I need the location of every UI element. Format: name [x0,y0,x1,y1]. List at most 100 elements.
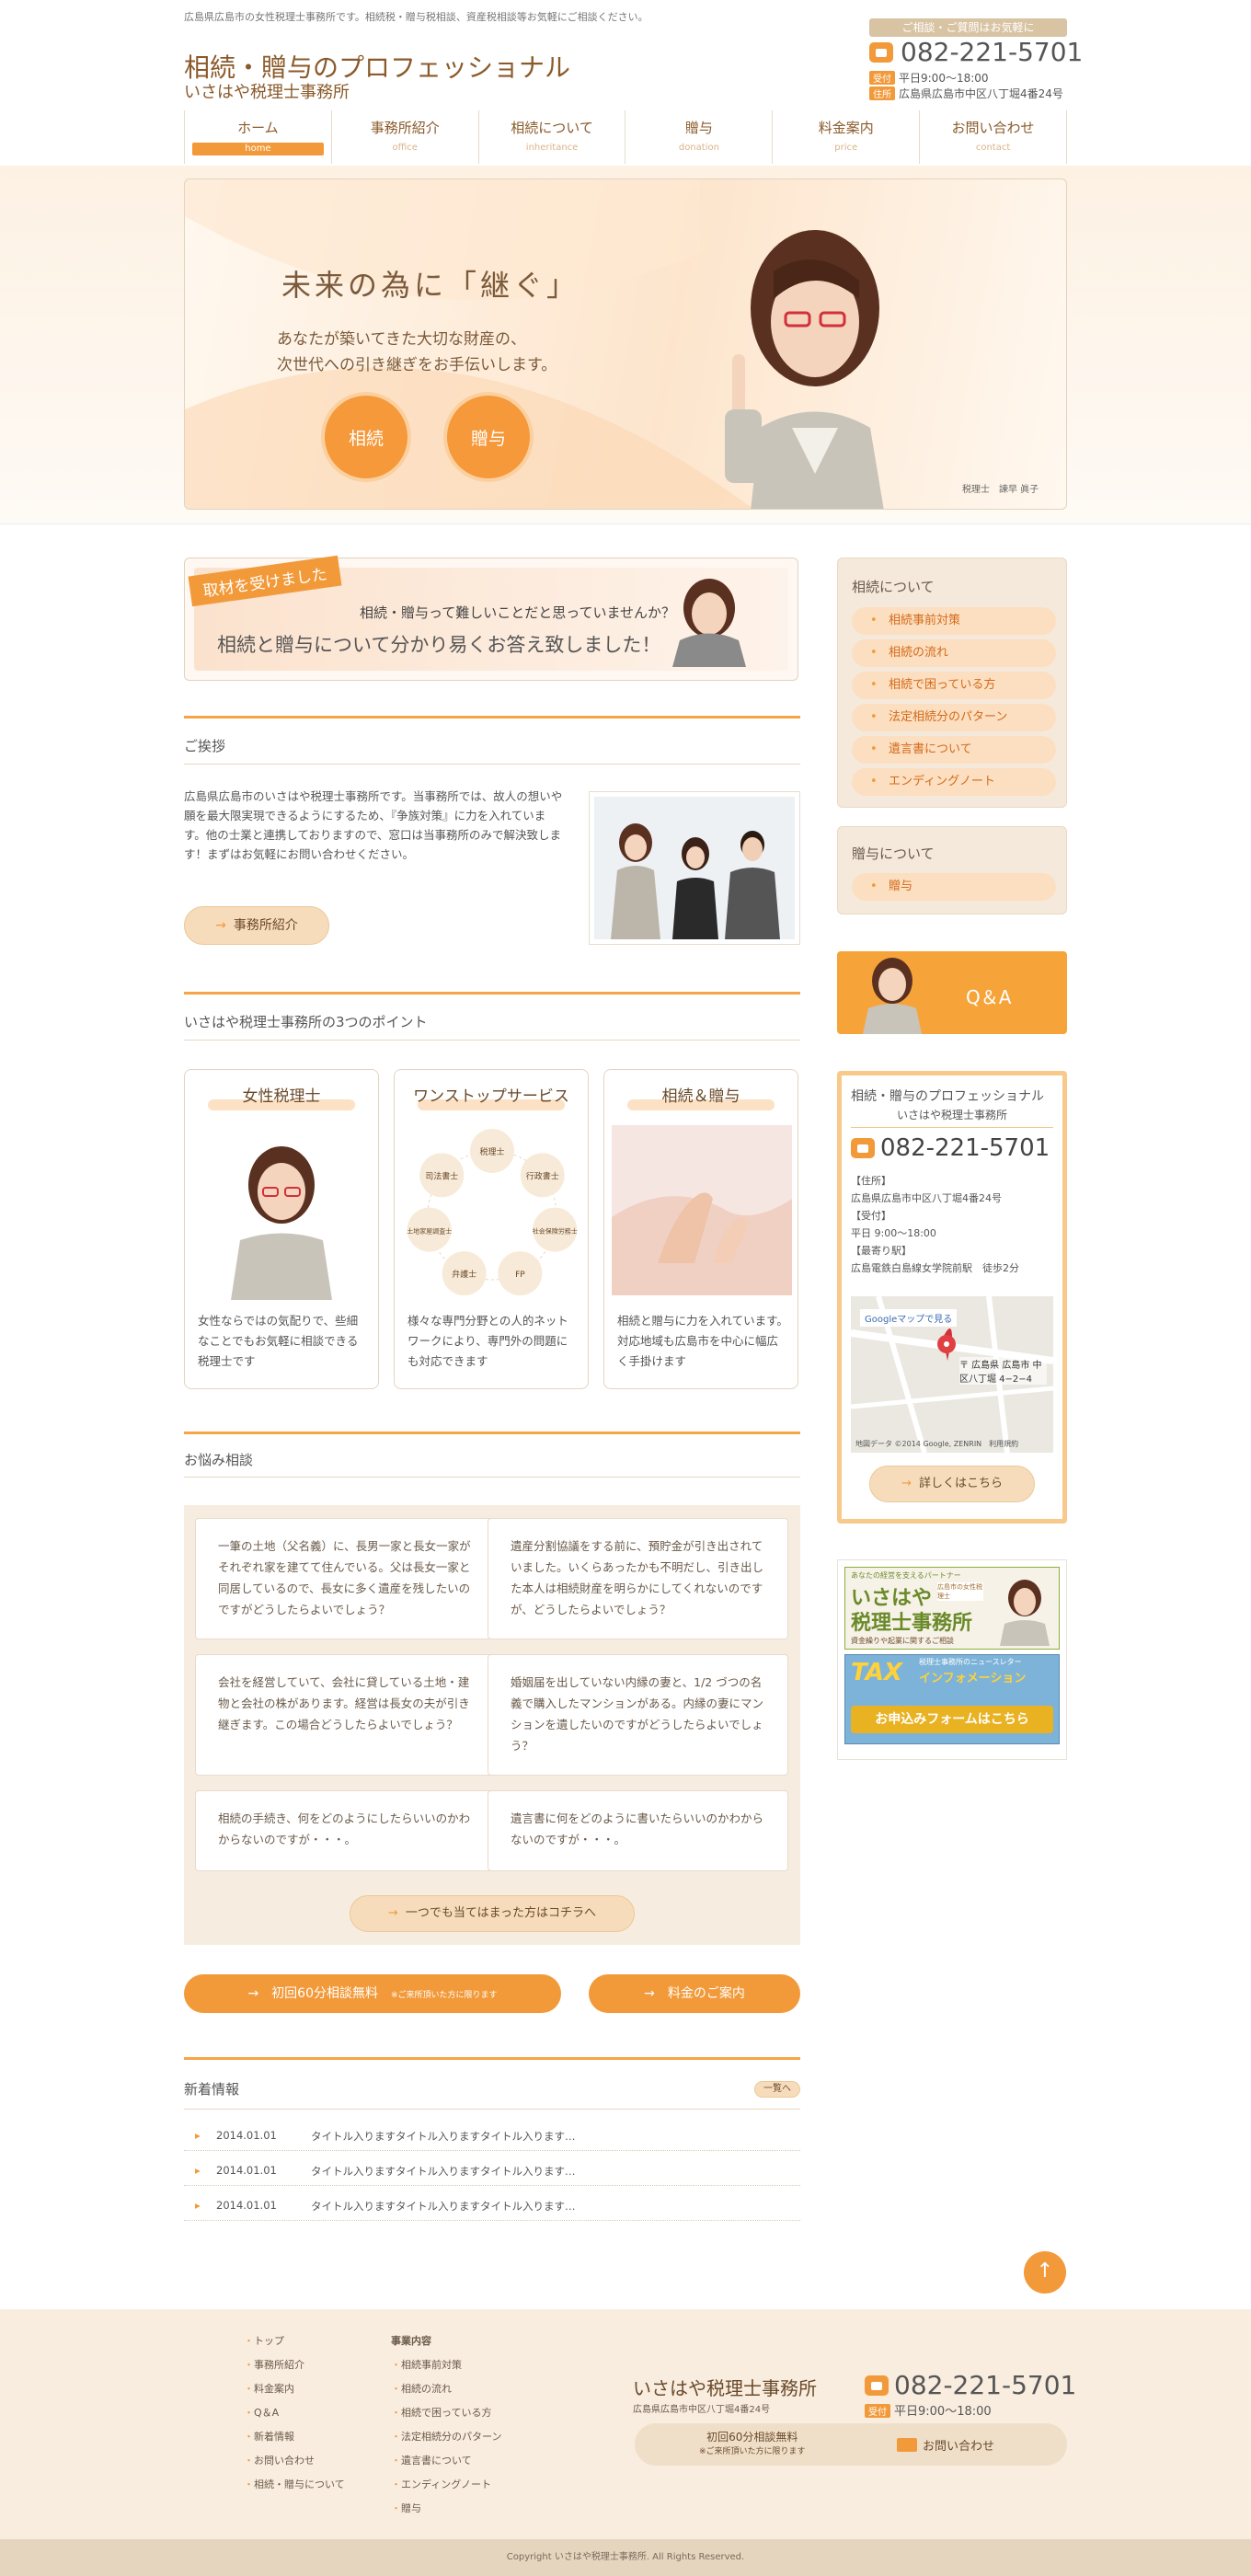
footer-consult-note: ※ご来所頂いた方に限ります [699,2447,806,2456]
female-advisor-image [231,1146,332,1300]
worry-card[interactable]: 遺言書に何をどのように書いたらいいのかわからないのですが・・・。 [488,1790,788,1871]
greeting-text: 広島県広島市のいさはや税理士事務所です。当事務所では、故人の想いや願を最大限実現… [184,789,563,861]
hero-gift-button[interactable]: 贈与 [447,396,530,478]
news-item[interactable]: ▸ 2014.01.01 タイトル入りますタイトル入りますタイトル入ります… [184,2118,800,2151]
contact-phone[interactable]: 082-221-5701 [851,1134,1050,1162]
map-label: 〒 広島県 広島市 中区八丁堀 4−2−4 [959,1357,1047,1385]
footer-link[interactable]: エンディングノート [391,2473,501,2497]
footer: トップ 事務所紹介 料金案内 Q＆A 新着情報 お問い合わせ 相続・贈与について… [0,2309,1251,2539]
sidebar-item[interactable]: 法定相続分のパターン [852,704,1056,731]
point-title: 女性税理士 [242,1087,321,1106]
worry-card[interactable]: 一筆の土地（父名義）に、長男一家と長女一家がそれぞれ家を建てて住んでいる。父は長… [195,1518,496,1639]
sidebar-item[interactable]: 相続で困っている方 [852,672,1056,699]
footer-link[interactable]: 相続事前対策 [391,2353,501,2377]
footer-hours: 受付 平日9:00～18:00 [865,2401,992,2419]
footer-link[interactable]: Q＆A [244,2401,345,2425]
hero-inheritance-button[interactable]: 相続 [325,396,407,478]
divider [851,1127,1053,1128]
footer-link[interactable]: 事務所紹介 [244,2353,345,2377]
worries-more-button[interactable]: → 一つでも当てはまった方はコチラへ [350,1895,635,1932]
sidebar-item[interactable]: 相続の流れ [852,639,1056,667]
contact-details-button[interactable]: → 詳しくはこちら [869,1466,1035,1502]
header-phone[interactable]: 082-221-5701 [869,37,1083,67]
worries-heading: お悩み相談 [184,1452,254,1468]
sidebar-item[interactable]: エンディングノート [852,768,1056,796]
worry-card[interactable]: 会社を経営していて、会社に貸している土地・建物と会社の株があります。経営は長女の… [195,1654,496,1776]
footer-link[interactable]: 相続で困っている方 [391,2401,501,2425]
site-office-name: いさはや税理士事務所 [184,83,350,102]
footer-link[interactable]: 相続の流れ [391,2377,501,2401]
sidebar-gift-title: 贈与について [852,845,935,862]
address-tag: 住所 [869,86,895,100]
nav-label: ホーム [237,120,279,136]
sidebar-item[interactable]: 遺言書について [852,736,1056,764]
nav-inheritance[interactable]: 相続について inheritance [479,110,626,164]
news-title: タイトル入りますタイトル入りますタイトル入ります… [311,2165,576,2178]
nav-home[interactable]: ホーム home [185,110,332,164]
footer-link[interactable]: 新着情報 [244,2425,345,2449]
footer-link[interactable]: トップ [244,2329,345,2353]
section-divider [184,1432,800,1434]
footer-consult[interactable]: 初回60分相談無料 ※ご来所頂いた方に限ります [699,2429,806,2456]
phone-icon [851,1138,875,1158]
section-divider [184,992,800,995]
worry-card[interactable]: 遺産分割協議をする前に、預貯金が引き出されていました。いくらあったかも不明だし、… [488,1518,788,1639]
network-node: 社会保険労務士 [533,1207,578,1252]
footer-office: いさはや税理士事務所 [633,2377,817,2399]
apply-form-button[interactable]: お申込みフォームはこちら [851,1706,1053,1733]
qa-banner[interactable]: Q＆A [837,951,1067,1034]
hours-text: 平日9:00～18:00 [899,72,989,85]
network-node: FP [498,1251,543,1296]
hero-portrait-image [725,230,884,509]
section-divider [184,2057,800,2060]
hours-text: 平日9:00～18:00 [894,2405,992,2419]
map-embed[interactable]: Googleマップで見る 〒 広島県 広島市 中区八丁堀 4−2−4 地図データ… [851,1296,1053,1453]
back-to-top-button[interactable]: ↑ [1024,2251,1066,2294]
price-guide-button[interactable]: → 料金のご案内 [589,1974,800,2013]
network-node-label: 弁護士 [452,1269,476,1280]
news-all-button[interactable]: 一覧へ [754,2081,800,2098]
arrow-icon: ▸ [195,2129,201,2142]
footer-phone[interactable]: 082-221-5701 [865,2370,1076,2400]
address-value: 広島県広島市中区八丁堀4番24号 [851,1192,1002,1204]
news-item[interactable]: ▸ 2014.01.01 タイトル入りますタイトル入りますタイトル入ります… [184,2153,800,2186]
nav-price[interactable]: 料金案内 price [773,110,921,164]
footer-link[interactable]: 贈与 [391,2497,501,2521]
news-item[interactable]: ▸ 2014.01.01 タイトル入りますタイトル入りますタイトル入ります… [184,2188,800,2221]
nav-donation[interactable]: 贈与 donation [626,110,774,164]
arrow-icon: ▸ [195,2164,201,2177]
footer-link[interactable]: 料金案内 [244,2377,345,2401]
sidebar-contact-box: 相続・贈与のプロフェッショナル いさはや税理士事務所 082-221-5701 … [837,1071,1067,1524]
point-card-female: 女性税理士 女性ならではの気配りで、些細なことでもお気軽に相談できる税理士です [184,1069,379,1389]
point-card-onestop: ワンストップサービス 税理士 行政書士 社会保険労務士 FP 弁護士 土地家屋調査士 司法書… [394,1069,589,1389]
sidebar-item[interactable]: 相続事前対策 [852,607,1056,635]
copyright: Copyright いさはや税理士事務所. All Rights Reserve… [0,2539,1251,2576]
map-link[interactable]: Googleマップで見る [860,1309,958,1327]
footer-link[interactable]: 法定相続分のパターン [391,2425,501,2449]
network-node: 弁護士 [442,1251,487,1296]
nav-contact[interactable]: お問い合わせ contact [920,110,1067,164]
network-node: 税理士 [470,1129,514,1173]
news-date: 2014.01.01 [216,2199,277,2212]
point-text: 相続と贈与に力を入れています。対応地域も広島市を中心に幅広く手掛けます [617,1314,788,1368]
footer-link[interactable]: お問い合わせ [244,2449,345,2473]
point-title: 相続＆贈与 [661,1087,740,1106]
partner-name2: 税理士事務所 [851,1612,973,1635]
office-intro-button[interactable]: → 事務所紹介 [184,906,329,945]
nav-office[interactable]: 事務所紹介 office [332,110,479,164]
free-consult-button[interactable]: → 初回60分相談無料 ※ご来所頂いた方に限ります [184,1974,561,2013]
sidebar-item[interactable]: 贈与 [852,873,1056,901]
address-label: 【住所】 [851,1175,891,1187]
newsletter-label: 税理士事務所のニュースレター [919,1658,1022,1666]
hero-line: 次世代への引き継ぎをお手伝いします。 [277,356,557,374]
nav-sublabel: price [834,143,858,153]
hero-title: 未来の為に「継ぐ」 [281,268,580,303]
worry-card[interactable]: 相続の手続き、何をどのようにしたらいいのかわからないのですが・・・。 [195,1790,496,1871]
partner-banner[interactable]: あなたの経営を支えるパートナー いさはや 税理士事務所 広島市の女性税理士 資金… [837,1559,1067,1760]
featured-banner[interactable]: 取材を受けました 相続・贈与って難しいことだと思っていませんか？ 相続と贈与につ… [184,555,798,681]
footer-contact[interactable]: お問い合わせ [897,2436,994,2454]
worry-card[interactable]: 婚姻届を出していない内縁の妻と、1/2 づつの名義で購入したマンションがある。内… [488,1654,788,1776]
footer-link[interactable]: 遺言書について [391,2449,501,2473]
footer-link[interactable]: 相続・贈与について [244,2473,345,2497]
hero-banner: 未来の為に「継ぐ」 あなたが築いてきた大切な財産の、 次世代への引き継ぎをお手伝い… [184,178,1067,510]
